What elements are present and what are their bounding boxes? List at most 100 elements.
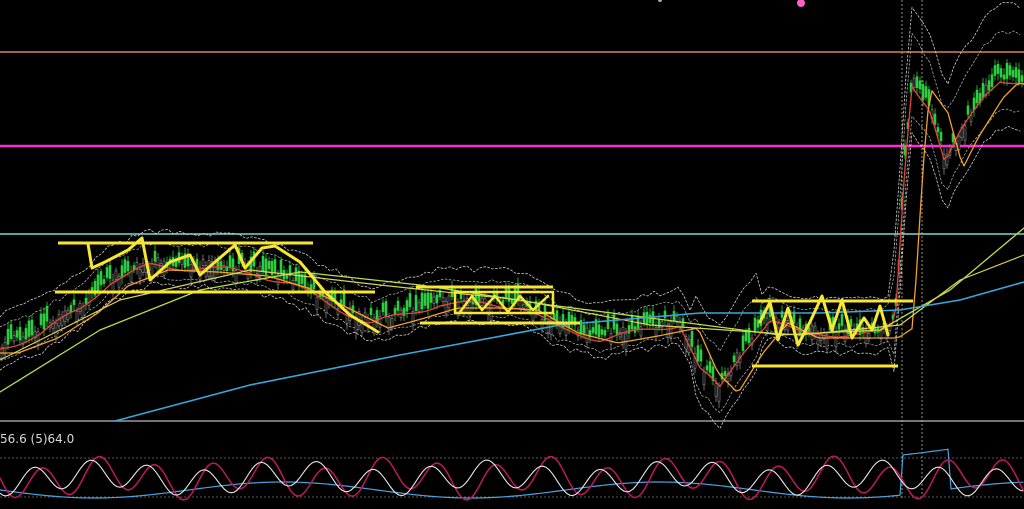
candle-body bbox=[432, 296, 436, 304]
candle-body bbox=[621, 327, 625, 343]
candle-body bbox=[180, 258, 184, 265]
candle-body bbox=[117, 275, 121, 288]
candle-body bbox=[36, 331, 40, 345]
candle-body bbox=[579, 319, 583, 334]
candle-body bbox=[201, 259, 205, 266]
candle-body bbox=[261, 255, 265, 271]
marker-dot-small bbox=[658, 0, 662, 2]
candle-body bbox=[717, 385, 721, 402]
candle-body bbox=[39, 313, 43, 326]
candle-body bbox=[408, 293, 412, 308]
candle-body bbox=[414, 295, 418, 311]
candle-body bbox=[405, 300, 409, 312]
candle-body bbox=[918, 80, 922, 90]
candle-body bbox=[627, 325, 631, 334]
candle-body bbox=[702, 371, 706, 386]
candle-body bbox=[84, 297, 88, 305]
candle-body bbox=[756, 319, 760, 328]
candle-body bbox=[732, 355, 736, 363]
candle-body bbox=[975, 89, 979, 104]
candle-body bbox=[600, 329, 604, 335]
candle-body bbox=[120, 265, 124, 279]
candle-body bbox=[1008, 65, 1012, 76]
candle-body bbox=[630, 315, 634, 330]
candle-body bbox=[267, 260, 271, 270]
candle-body bbox=[384, 301, 388, 317]
candle-body bbox=[216, 260, 220, 270]
candle-body bbox=[69, 304, 73, 313]
candle-body bbox=[648, 314, 652, 324]
candle-body bbox=[105, 267, 109, 278]
candle-body bbox=[696, 345, 700, 362]
oscillator-readout: 56.6 (5)64.0 bbox=[0, 432, 75, 446]
osc-magenta-line bbox=[0, 455, 1024, 501]
candle-body bbox=[369, 307, 373, 316]
candle-body bbox=[381, 302, 385, 313]
candle-body bbox=[699, 349, 703, 362]
candle-body bbox=[87, 293, 91, 306]
candle-body bbox=[129, 271, 133, 283]
candle-body bbox=[834, 331, 838, 348]
ma-long bbox=[114, 281, 1024, 422]
candle-body bbox=[60, 317, 64, 326]
candle-body bbox=[174, 260, 178, 267]
candle-body bbox=[30, 319, 34, 336]
bollinger-bands bbox=[0, 0, 1021, 500]
candle-body bbox=[351, 305, 355, 314]
candle-body bbox=[15, 330, 19, 338]
candle-body bbox=[153, 250, 157, 262]
candle-body bbox=[429, 292, 433, 303]
candle-body bbox=[639, 326, 643, 337]
candle-body bbox=[123, 259, 127, 273]
candle-body bbox=[612, 314, 616, 330]
candle-body bbox=[993, 65, 997, 76]
candle-body bbox=[933, 113, 937, 125]
candle-body bbox=[72, 299, 76, 306]
candle-body bbox=[1017, 69, 1021, 83]
candle-body bbox=[915, 76, 919, 88]
candle-body bbox=[447, 295, 451, 309]
candle-body bbox=[297, 270, 301, 286]
candle-body bbox=[42, 313, 46, 330]
candle-body bbox=[966, 105, 970, 115]
candle-body bbox=[213, 262, 217, 280]
candle-body bbox=[522, 303, 526, 309]
candle-body bbox=[507, 288, 511, 302]
candle-body bbox=[939, 131, 943, 141]
candle-body bbox=[126, 261, 130, 272]
candle-body bbox=[375, 310, 379, 324]
candle-body bbox=[597, 324, 601, 337]
candle-body bbox=[741, 335, 745, 351]
candle-body bbox=[273, 259, 277, 274]
candle-body bbox=[603, 330, 607, 336]
candle-body bbox=[963, 125, 967, 141]
candle-body bbox=[441, 297, 445, 302]
candle-body bbox=[396, 300, 400, 311]
candle-body bbox=[66, 310, 70, 321]
candle-body bbox=[114, 270, 118, 280]
candle-body bbox=[423, 293, 427, 306]
candle-body bbox=[96, 274, 100, 291]
marker-dot bbox=[797, 0, 805, 7]
candle-body bbox=[231, 258, 235, 272]
candle-body bbox=[987, 80, 991, 91]
candle-body bbox=[1014, 67, 1018, 78]
ma-medium bbox=[0, 82, 1024, 392]
candle-body bbox=[420, 292, 424, 310]
candle-body bbox=[924, 86, 928, 98]
candle-body bbox=[990, 74, 994, 88]
candle-body bbox=[582, 324, 586, 334]
candle-body bbox=[12, 335, 16, 342]
candle-body bbox=[291, 280, 295, 290]
candle-body bbox=[27, 320, 31, 337]
candle-body bbox=[315, 297, 319, 310]
candle-body bbox=[1002, 74, 1006, 80]
candle-body bbox=[591, 327, 595, 334]
candle-body bbox=[426, 292, 430, 309]
candle-body bbox=[957, 135, 961, 150]
candle-body bbox=[816, 333, 820, 345]
candle-body bbox=[108, 265, 112, 279]
candle-body bbox=[102, 279, 106, 284]
candle-body bbox=[234, 270, 238, 284]
candle-body bbox=[294, 267, 298, 282]
